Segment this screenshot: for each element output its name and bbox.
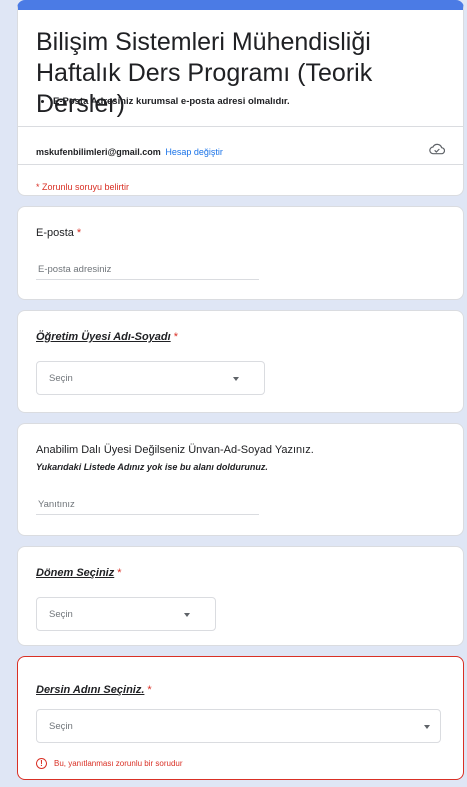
question-title-text: Dönem Seçiniz: [36, 567, 115, 579]
question-term: Dönem Seçiniz * Seçin: [17, 546, 464, 646]
question-course: Dersin Adını Seçiniz. * Seçin ! Bu, yanıt…: [17, 656, 464, 780]
dropdown-value: Seçin: [49, 373, 73, 384]
divider: [18, 164, 463, 165]
chevron-down-icon: [233, 377, 239, 381]
cloud-check-icon: [429, 143, 445, 155]
error-icon: !: [36, 758, 47, 769]
question-title: Dersin Adını Seçiniz. *: [36, 684, 152, 696]
question-title: E-posta *: [36, 227, 81, 239]
chevron-down-icon: [184, 613, 190, 617]
course-dropdown[interactable]: Seçin: [36, 709, 441, 743]
question-title-text: Dersin Adını Seçiniz.: [36, 684, 145, 696]
lecturer-dropdown[interactable]: Seçin: [36, 361, 265, 395]
required-note: * Zorunlu soruyu belirtir: [36, 182, 130, 192]
form-description: E-Posta Adresiniz kurumsal e-posta adres…: [36, 96, 290, 107]
email-input[interactable]: [36, 260, 259, 280]
question-email: E-posta *: [17, 206, 464, 300]
form-header-card: Bilişim Sistemleri Mühendisliği Haftalık…: [17, 0, 464, 196]
question-title: Dönem Seçiniz *: [36, 567, 122, 579]
divider: [18, 126, 463, 127]
required-star: *: [173, 331, 178, 343]
other-name-input[interactable]: [36, 495, 259, 515]
question-title-text: Öğretim Üyesi Adı-Soyadı: [36, 331, 171, 343]
question-title-text: E-posta: [36, 227, 74, 239]
error-message: ! Bu, yanıtlanması zorunlu bir sorudur: [36, 758, 183, 769]
dropdown-value: Seçin: [49, 721, 73, 732]
question-title: Öğretim Üyesi Adı-Soyadı *: [36, 331, 178, 343]
required-star: *: [117, 567, 122, 579]
required-star: *: [76, 227, 82, 239]
error-text: Bu, yanıtlanması zorunlu bir sorudur: [54, 759, 183, 768]
dropdown-value: Seçin: [49, 609, 73, 620]
account-email: mskufenbilimleri@gmail.com: [36, 147, 161, 157]
question-other-name: Anabilim Dalı Üyesi Değilseniz Ünvan-Ad-…: [17, 423, 464, 536]
term-dropdown[interactable]: Seçin: [36, 597, 216, 631]
chevron-down-icon: [424, 725, 430, 729]
question-title: Anabilim Dalı Üyesi Değilseniz Ünvan-Ad-…: [36, 444, 314, 456]
description-bullet: E-Posta Adresiniz kurumsal e-posta adres…: [53, 96, 290, 107]
question-lecturer: Öğretim Üyesi Adı-Soyadı * Seçin: [17, 310, 464, 413]
required-star: *: [147, 684, 152, 696]
switch-account-link[interactable]: Hesap değiştir: [165, 147, 223, 157]
question-help-text: Yukarıdaki Listede Adınız yok ise bu ala…: [36, 462, 268, 472]
account-row: mskufenbilimleri@gmail.com Hesap değişti…: [36, 147, 223, 157]
